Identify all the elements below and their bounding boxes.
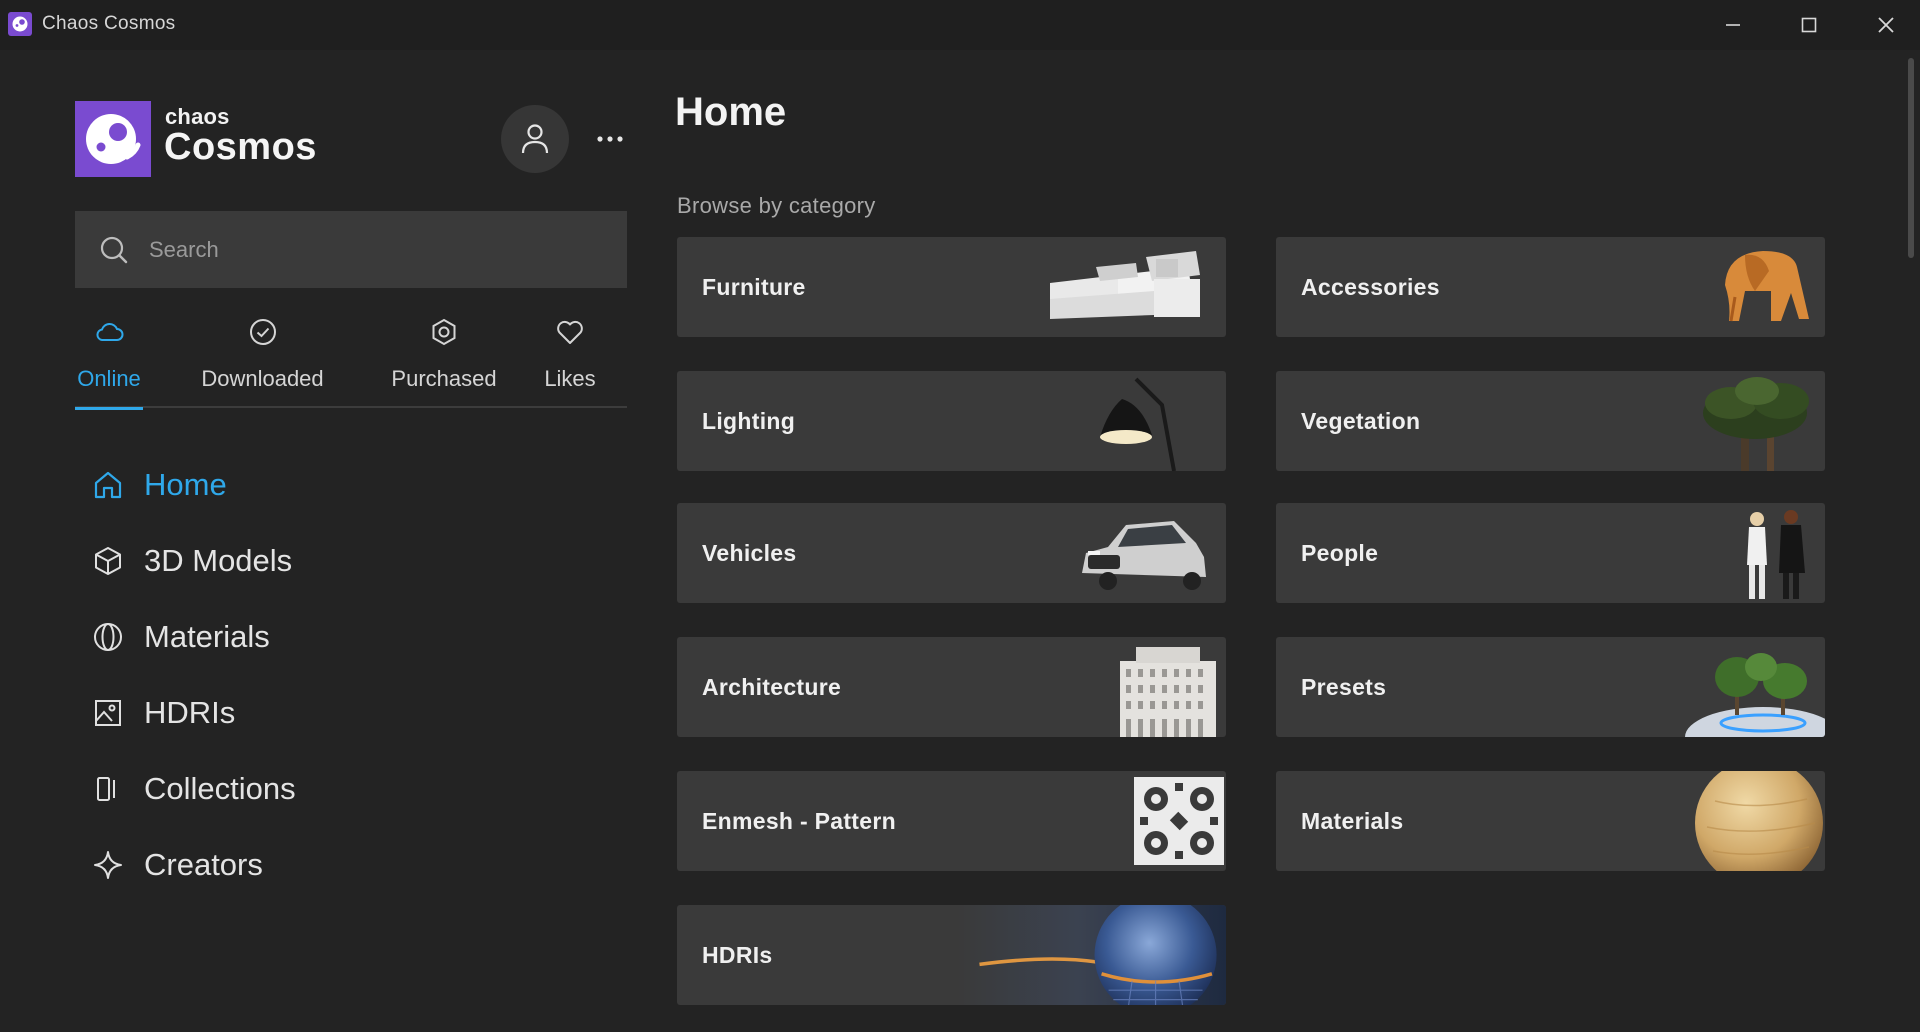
account-button[interactable]	[501, 105, 569, 173]
category-label: Accessories	[1301, 273, 1440, 300]
hexagon-icon	[432, 318, 456, 346]
nav-label: Collections	[144, 771, 296, 806]
collection-icon	[97, 777, 115, 801]
tree-preset-thumbnail	[1685, 653, 1825, 737]
filter-tabs: Online Downloaded Purchased Likes	[75, 310, 627, 410]
category-label: Presets	[1301, 673, 1387, 700]
nav-label: Creators	[144, 847, 263, 882]
car-thumbnail	[1082, 521, 1206, 590]
building-thumbnail	[1120, 647, 1216, 737]
category-label: Lighting	[702, 407, 796, 434]
two-people-thumbnail	[1747, 510, 1805, 599]
category-card-lighting[interactable]: Lighting	[677, 371, 1226, 471]
tab-purchased[interactable]: Purchased	[377, 310, 511, 408]
category-label: People	[1301, 539, 1379, 566]
category-label: Enmesh - Pattern	[702, 807, 896, 834]
category-card-materials[interactable]: Materials	[1276, 771, 1825, 871]
search-input[interactable]	[149, 211, 609, 288]
category-label: Materials	[1301, 807, 1404, 834]
search-bar[interactable]	[75, 211, 627, 288]
sparkle-icon	[94, 851, 122, 879]
category-card-vehicles[interactable]: Vehicles	[677, 503, 1226, 603]
category-card-hdris[interactable]: HDRIs	[677, 905, 1226, 1005]
category-card-vegetation[interactable]: Vegetation	[1276, 371, 1825, 471]
section-heading: Browse by category	[677, 193, 876, 218]
nav-item-3d-models[interactable]: 3D Models	[90, 536, 590, 586]
nav-item-collections[interactable]: Collections	[90, 764, 590, 814]
window-title: Chaos Cosmos	[42, 13, 176, 34]
tab-online[interactable]: Online	[75, 310, 143, 410]
desk-lamp-thumbnail	[1100, 377, 1176, 471]
more-options-button[interactable]	[592, 124, 628, 154]
category-card-accessories[interactable]: Accessories	[1276, 237, 1825, 337]
category-label: Vehicles	[702, 539, 797, 566]
nav-item-materials[interactable]: Materials	[90, 612, 590, 662]
app-logo-icon	[8, 12, 32, 36]
wood-sphere-thumbnail	[1695, 771, 1823, 871]
tab-label: Online	[77, 366, 141, 391]
maximize-icon	[1801, 17, 1817, 33]
brand-name: Cosmos	[164, 126, 317, 168]
category-card-architecture[interactable]: Architecture	[677, 637, 1226, 737]
nav-label: 3D Models	[144, 543, 293, 578]
nav-item-creators[interactable]: Creators	[90, 840, 590, 890]
page-title: Home	[675, 90, 787, 134]
heart-icon	[557, 320, 583, 344]
category-card-furniture[interactable]: Furniture	[677, 237, 1226, 337]
category-label: HDRIs	[702, 941, 773, 968]
image-icon	[95, 700, 121, 726]
close-icon	[1878, 17, 1894, 33]
title-bar: Chaos Cosmos	[0, 0, 1920, 50]
tab-likes[interactable]: Likes	[542, 310, 598, 408]
maximize-button[interactable]	[1771, 0, 1847, 50]
category-label: Architecture	[702, 673, 842, 700]
category-card-enmesh-pattern[interactable]: Enmesh - Pattern	[677, 771, 1226, 871]
nav-item-home[interactable]: Home	[90, 460, 590, 510]
nav-label: Home	[144, 467, 227, 502]
sofa-thumbnail	[1050, 251, 1200, 319]
minimize-icon	[1726, 24, 1740, 26]
nav-item-hdris[interactable]: HDRIs	[90, 688, 590, 738]
tab-label: Likes	[544, 366, 596, 391]
cosmos-logo	[75, 101, 151, 177]
category-label: Furniture	[702, 273, 806, 300]
palm-tree-thumbnail	[1703, 377, 1809, 471]
category-card-people[interactable]: People	[1276, 503, 1825, 603]
category-card-presets[interactable]: Presets	[1276, 637, 1825, 737]
nav-label: Materials	[144, 619, 270, 654]
check-circle-icon	[249, 319, 276, 345]
scrollbar-thumb[interactable]	[1908, 58, 1914, 258]
cube-icon	[95, 547, 121, 575]
nav-label: HDRIs	[144, 695, 236, 730]
category-label: Vegetation	[1301, 407, 1421, 434]
lattice-pattern-thumbnail	[1134, 777, 1224, 865]
search-icon	[100, 236, 128, 264]
tab-downloaded[interactable]: Downloaded	[190, 310, 335, 408]
more-dots-icon	[597, 136, 623, 142]
close-button[interactable]	[1848, 0, 1920, 50]
user-icon	[521, 124, 549, 154]
sphere-icon	[94, 623, 122, 651]
sky-sphere-thumbnail	[956, 905, 1226, 1005]
home-icon	[94, 471, 122, 499]
tab-label: Downloaded	[201, 366, 324, 391]
wooden-elephant-thumbnail	[1725, 251, 1809, 322]
cloud-icon	[96, 323, 124, 341]
scrollbar[interactable]	[1902, 50, 1920, 1032]
minimize-button[interactable]	[1695, 0, 1771, 50]
tab-label: Purchased	[391, 366, 497, 391]
